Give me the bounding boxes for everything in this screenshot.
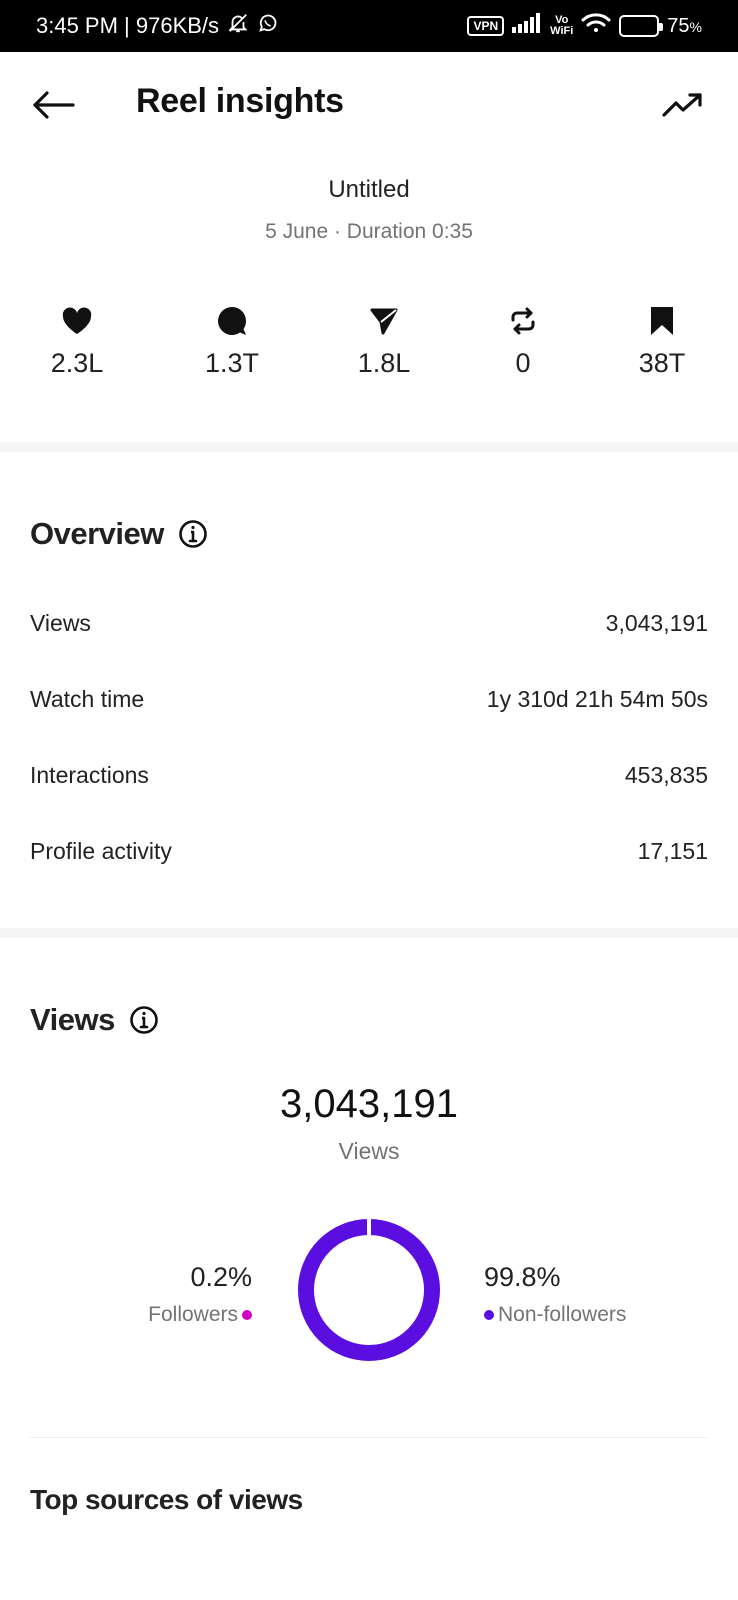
stat-shares[interactable]: 1.8L bbox=[324, 304, 444, 379]
views-total-label: Views bbox=[338, 1138, 400, 1164]
stat-comments[interactable]: 1.3T bbox=[172, 304, 292, 379]
separator-line bbox=[30, 1437, 708, 1438]
mute-bell-icon bbox=[227, 12, 249, 40]
engagement-stats: 2.3L 1.3T 1.8L 0 38T bbox=[0, 304, 738, 394]
nonfollowers-breakdown: 99.8% Non-followers bbox=[484, 1262, 626, 1327]
reel-meta: 5 June · Duration 0:35 bbox=[265, 220, 473, 243]
status-left: 3:45 PM | 976KB/s bbox=[36, 12, 279, 40]
followers-breakdown: 0.2% Followers bbox=[148, 1262, 252, 1327]
stat-reposts[interactable]: 0 bbox=[463, 304, 583, 379]
stat-likes[interactable]: 2.3L bbox=[17, 304, 137, 379]
wifi-label: WiFi bbox=[550, 25, 574, 37]
overview-row-interactions[interactable]: Interactions 453,835 bbox=[30, 762, 708, 789]
whatsapp-icon bbox=[257, 12, 279, 40]
overview-row-label: Interactions bbox=[30, 762, 149, 788]
overview-row-label: Views bbox=[30, 610, 91, 636]
overview-row-label: Watch time bbox=[30, 686, 145, 712]
stat-saves-value: 38T bbox=[638, 348, 686, 378]
signal-icon bbox=[512, 13, 542, 39]
battery-percent-unit: % bbox=[689, 18, 702, 35]
status-time-speed: 3:45 PM | 976KB/s bbox=[36, 13, 220, 38]
arrow-left-icon bbox=[33, 91, 75, 119]
top-sources-heading: Top sources of views bbox=[30, 1484, 303, 1515]
stat-comments-value: 1.3T bbox=[204, 348, 260, 378]
vowifi-indicator: Vo WiFi bbox=[550, 15, 573, 37]
info-icon[interactable] bbox=[178, 519, 208, 549]
comment-icon bbox=[215, 304, 249, 338]
vpn-badge: VPN bbox=[467, 16, 505, 36]
trends-button[interactable] bbox=[660, 82, 706, 128]
views-title: Views bbox=[30, 1002, 115, 1037]
overview-row-views[interactable]: Views 3,043,191 bbox=[30, 610, 708, 637]
heart-icon bbox=[60, 304, 94, 338]
views-heading: Views bbox=[30, 1002, 159, 1038]
wifi-icon bbox=[581, 12, 611, 40]
nonfollowers-percent: 99.8% bbox=[484, 1262, 561, 1292]
reel-title: Untitled bbox=[328, 176, 410, 203]
overview-row-value: 17,151 bbox=[637, 838, 708, 864]
info-icon[interactable] bbox=[129, 1005, 159, 1035]
nonfollowers-label: Non-followers bbox=[498, 1303, 627, 1326]
followers-legend: Followers bbox=[148, 1303, 252, 1327]
bookmark-icon bbox=[645, 304, 679, 338]
overview-title: Overview bbox=[30, 516, 164, 551]
stat-reposts-value: 0 bbox=[515, 348, 531, 378]
overview-row-value: 453,835 bbox=[624, 762, 708, 788]
battery-icon bbox=[619, 15, 664, 37]
trending-up-icon bbox=[662, 93, 702, 117]
battery-percent-value: 75 bbox=[667, 14, 690, 37]
views-total: 3,043,191 bbox=[280, 1082, 458, 1126]
page-title: Reel insights bbox=[136, 82, 344, 120]
overview-row-label: Profile activity bbox=[30, 838, 172, 864]
overview-row-value: 3,043,191 bbox=[605, 610, 708, 636]
overview-row-watch-time[interactable]: Watch time 1y 310d 21h 54m 50s bbox=[30, 686, 708, 713]
overview-row-profile-activity[interactable]: Profile activity 17,151 bbox=[30, 838, 708, 865]
views-donut-chart bbox=[298, 1218, 440, 1361]
overview-row-value: 1y 310d 21h 54m 50s bbox=[486, 686, 708, 712]
nonfollowers-legend: Non-followers bbox=[484, 1303, 626, 1327]
battery-percent: 75% bbox=[667, 15, 702, 38]
stat-likes-value: 2.3L bbox=[50, 348, 104, 378]
stat-saves[interactable]: 38T bbox=[602, 304, 722, 379]
overview-heading: Overview bbox=[30, 516, 208, 552]
status-right: VPN Vo WiFi 75% bbox=[467, 12, 702, 40]
repost-icon bbox=[506, 304, 540, 338]
followers-dot bbox=[242, 1310, 252, 1320]
status-bar: 3:45 PM | 976KB/s VPN Vo WiFi 75% bbox=[0, 0, 738, 52]
followers-percent: 0.2% bbox=[190, 1262, 252, 1292]
donut-gap bbox=[367, 1218, 371, 1236]
donut-nonfollowers-ring bbox=[298, 1219, 440, 1361]
section-divider bbox=[0, 442, 738, 452]
followers-label: Followers bbox=[148, 1303, 238, 1326]
app-header: Reel insights bbox=[0, 52, 738, 158]
section-divider bbox=[0, 928, 738, 938]
stat-shares-value: 1.8L bbox=[357, 348, 411, 378]
nonfollowers-dot bbox=[484, 1310, 494, 1320]
share-icon bbox=[367, 304, 401, 338]
back-button[interactable] bbox=[30, 82, 76, 128]
